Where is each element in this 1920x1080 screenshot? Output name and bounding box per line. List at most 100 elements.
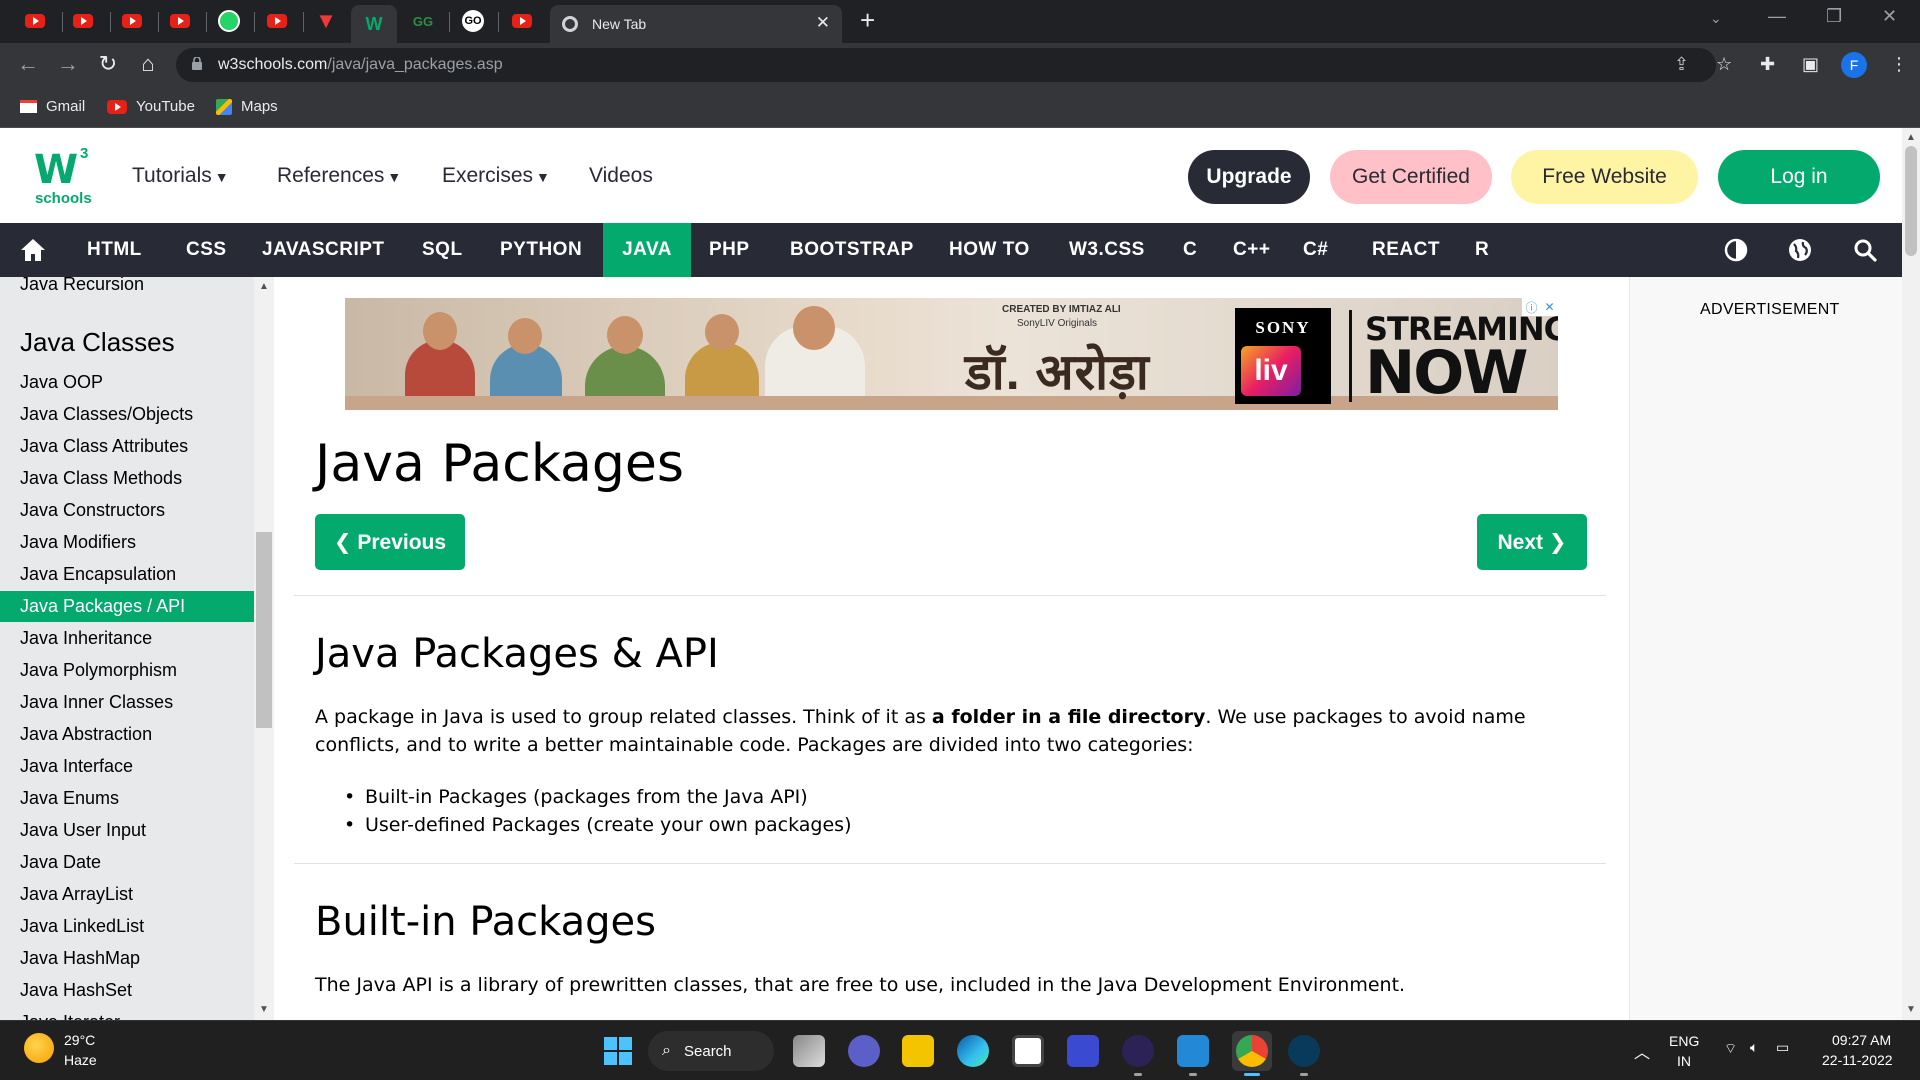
sidebar-item[interactable]: Java Inner Classes: [20, 692, 173, 713]
menu-kebab-icon[interactable]: ⋮: [1890, 54, 1908, 75]
sidebar-item[interactable]: Java Classes/Objects: [20, 404, 193, 425]
sidebar-item[interactable]: Java Class Methods: [20, 468, 182, 489]
next-button[interactable]: Next ❯: [1477, 514, 1587, 570]
forward-icon[interactable]: →: [54, 51, 82, 77]
search-icon[interactable]: [1853, 238, 1877, 262]
topnav-php[interactable]: PHP: [694, 223, 765, 277]
page-scrollbar[interactable]: ▲ ▼: [1902, 128, 1920, 1020]
language-code[interactable]: ENG: [1669, 1033, 1699, 1049]
close-tab-icon[interactable]: ✕: [816, 13, 830, 33]
store-icon[interactable]: [1012, 1035, 1044, 1067]
share-icon[interactable]: ⇪: [1674, 54, 1689, 75]
weather-icon[interactable]: [24, 1033, 54, 1063]
sidebar-item[interactable]: Java Encapsulation: [20, 564, 176, 585]
ad-info-icon[interactable]: ⓘ: [1525, 299, 1537, 316]
bookmark-gmail[interactable]: Gmail: [20, 98, 85, 115]
nav-references[interactable]: References ▼: [277, 164, 401, 188]
sidebar-item[interactable]: Java ArrayList: [20, 884, 133, 905]
sidebar-item[interactable]: Java Interface: [20, 756, 133, 777]
topnav-cpp[interactable]: C++: [1218, 223, 1285, 277]
tab-youtube-3[interactable]: [109, 5, 155, 37]
ad-close-controls[interactable]: ⓘ ✕: [1522, 298, 1558, 316]
azure-data-icon[interactable]: [1067, 1035, 1099, 1067]
reload-icon[interactable]: ↻: [94, 51, 122, 77]
edge-icon[interactable]: [957, 1035, 989, 1067]
ad-close-icon[interactable]: ✕: [1544, 300, 1554, 314]
profile-avatar[interactable]: F: [1841, 52, 1867, 78]
sidebar-scroll-thumb[interactable]: [256, 532, 272, 728]
sidebar-item[interactable]: Java OOP: [20, 372, 103, 393]
tab-new-tab[interactable]: New Tab ✕: [550, 5, 842, 43]
topnav-csharp[interactable]: C#: [1288, 223, 1343, 277]
login-button[interactable]: Log in: [1718, 150, 1880, 204]
topnav-sql[interactable]: SQL: [407, 223, 478, 277]
tab-search-icon[interactable]: ⌄: [1710, 10, 1722, 27]
globe-icon[interactable]: [1788, 238, 1812, 262]
topnav-javascript[interactable]: JAVASCRIPT: [247, 223, 400, 277]
dark-mode-icon[interactable]: [1724, 238, 1748, 262]
tab-gfg[interactable]: GG: [400, 5, 446, 37]
show-hidden-icons[interactable]: ︿: [1634, 1039, 1650, 1063]
address-bar[interactable]: w3schools.com/java/java_packages.asp ⇪: [176, 48, 1716, 82]
nav-exercises[interactable]: Exercises ▼: [442, 164, 550, 188]
topnav-python[interactable]: PYTHON: [485, 223, 597, 277]
scroll-up-icon[interactable]: ▲: [259, 281, 269, 292]
topnav-w3css[interactable]: W3.CSS: [1054, 223, 1160, 277]
sidebar-item-java-recursion[interactable]: Java Recursion: [20, 277, 144, 295]
sidebar-item[interactable]: Java Enums: [20, 788, 119, 809]
banner-advertisement[interactable]: CREATED BY IMTIAZ ALI SonyLIV Originals …: [345, 298, 1558, 410]
back-icon[interactable]: ←: [14, 51, 42, 77]
clock-time[interactable]: 09:27 AM: [1832, 1032, 1891, 1048]
get-certified-button[interactable]: Get Certified: [1330, 150, 1492, 204]
sidebar-item[interactable]: Java HashMap: [20, 948, 140, 969]
wifi-icon[interactable]: ⌔: [1724, 1040, 1737, 1058]
restore-icon[interactable]: ❐: [1826, 6, 1842, 27]
scroll-up-icon[interactable]: ▲: [1906, 132, 1916, 143]
task-view-icon[interactable]: [793, 1035, 825, 1067]
teams-chat-icon[interactable]: [848, 1035, 880, 1067]
topnav-java[interactable]: JAVA: [603, 223, 691, 277]
bookmark-maps[interactable]: Maps: [216, 98, 278, 115]
topnav-c[interactable]: C: [1168, 223, 1212, 277]
battery-icon[interactable]: ▭: [1776, 1039, 1789, 1056]
clock-date[interactable]: 22-11-2022: [1822, 1052, 1893, 1068]
nav-videos[interactable]: Videos: [589, 164, 653, 188]
tab-vivaldi[interactable]: ▼: [303, 5, 349, 37]
sidebar-item[interactable]: Java Iterator: [20, 1012, 120, 1020]
topnav-css[interactable]: CSS: [171, 223, 242, 277]
tab-w3schools[interactable]: W: [351, 5, 397, 43]
sidebar-item[interactable]: Java Polymorphism: [20, 660, 177, 681]
language-region[interactable]: IN: [1677, 1053, 1691, 1069]
bookmark-star-icon[interactable]: ☆: [1716, 54, 1732, 75]
free-website-button[interactable]: Free Website: [1511, 150, 1698, 204]
sidebar-item[interactable]: Java Abstraction: [20, 724, 152, 745]
sidebar-item[interactable]: Java Inheritance: [20, 628, 152, 649]
w3schools-logo[interactable]: W 3 schools: [34, 145, 92, 207]
side-panel-icon[interactable]: ▣: [1802, 54, 1819, 75]
nav-tutorials[interactable]: Tutorials ▼: [132, 164, 229, 188]
home-icon[interactable]: [20, 238, 46, 262]
tab-youtube-4[interactable]: [157, 5, 203, 37]
sidebar-item-active[interactable]: Java Packages / API: [0, 591, 254, 622]
eclipse-icon[interactable]: [1122, 1035, 1154, 1067]
sidebar-item[interactable]: Java Constructors: [20, 500, 165, 521]
page-scroll-thumb[interactable]: [1905, 146, 1917, 256]
tab-youtube-2[interactable]: [60, 5, 106, 37]
sidebar-item[interactable]: Java Date: [20, 852, 101, 873]
vscode-icon[interactable]: [1177, 1035, 1209, 1067]
chrome-icon[interactable]: [1236, 1035, 1268, 1067]
topnav-bootstrap[interactable]: BOOTSTRAP: [775, 223, 929, 277]
topnav-html[interactable]: HTML: [72, 223, 157, 277]
sidebar-item[interactable]: Java Class Attributes: [20, 436, 188, 457]
topnav-r[interactable]: R: [1460, 223, 1504, 277]
sidebar-item[interactable]: Java Modifiers: [20, 532, 136, 553]
start-button[interactable]: [604, 1037, 632, 1065]
file-explorer-icon[interactable]: [902, 1035, 934, 1067]
close-window-icon[interactable]: ✕: [1882, 6, 1897, 27]
extensions-icon[interactable]: ✚: [1760, 54, 1775, 75]
taskbar-search[interactable]: ⌕ Search: [648, 1031, 774, 1071]
sidebar-item[interactable]: Java HashSet: [20, 980, 132, 1001]
sidebar-item[interactable]: Java LinkedList: [20, 916, 144, 937]
topnav-react[interactable]: REACT: [1357, 223, 1455, 277]
tab-go[interactable]: GO: [450, 5, 496, 37]
